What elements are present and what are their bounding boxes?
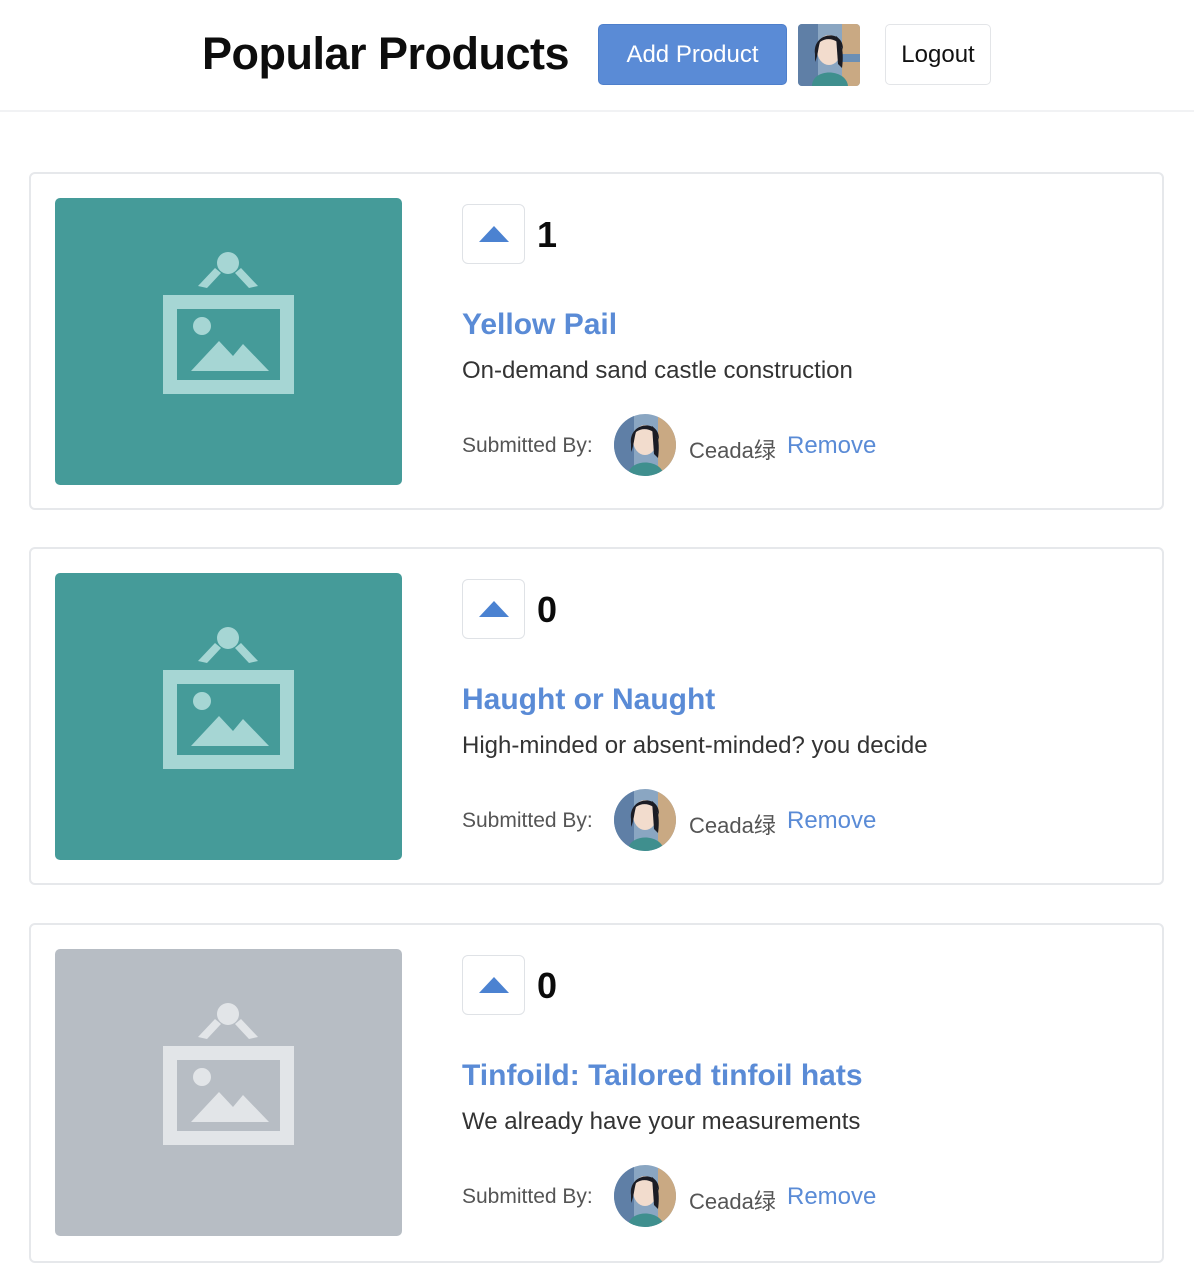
image-placeholder-icon	[55, 573, 402, 860]
submitted-by-label: Submitted By:	[462, 434, 593, 457]
user-avatar[interactable]	[798, 24, 860, 86]
submitter-avatar	[614, 1165, 676, 1227]
upvote-button[interactable]	[462, 204, 525, 264]
add-product-button[interactable]: Add Product	[598, 24, 787, 85]
product-thumbnail[interactable]	[55, 198, 402, 485]
product-thumbnail[interactable]	[55, 573, 402, 860]
top-header: Popular Products Add Product Logout	[0, 0, 1194, 112]
submitted-by-label: Submitted By:	[462, 809, 593, 832]
remove-product-link[interactable]: Remove	[787, 432, 876, 460]
avatar-image-icon	[798, 24, 860, 86]
product-card: 0 Tinfoild: Tailored tinfoil hats We alr…	[29, 923, 1164, 1263]
submitter-name: Ceada绿	[689, 1189, 776, 1214]
avatar-image-icon	[614, 1165, 676, 1227]
product-title-link[interactable]: Tinfoild: Tailored tinfoil hats	[462, 1059, 863, 1093]
avatar-image-icon	[614, 414, 676, 476]
remove-product-link[interactable]: Remove	[787, 1183, 876, 1211]
logout-button[interactable]: Logout	[885, 24, 991, 85]
submitter-avatar	[614, 789, 676, 851]
submitted-by-label: Submitted By:	[462, 1185, 593, 1208]
product-description: High-minded or absent-minded? you decide	[462, 732, 928, 759]
upvote-arrow-icon	[478, 601, 509, 617]
image-placeholder-icon	[55, 949, 402, 1236]
vote-count: 0	[537, 589, 558, 630]
vote-count: 1	[537, 214, 558, 255]
upvote-arrow-icon	[478, 977, 509, 993]
product-description: We already have your measurements	[462, 1108, 861, 1135]
image-placeholder-icon	[55, 198, 402, 485]
product-card: 1 Yellow Pail On-demand sand castle cons…	[29, 172, 1164, 510]
submitter-name: Ceada绿	[689, 813, 776, 838]
product-title-link[interactable]: Yellow Pail	[462, 308, 617, 342]
product-description: On-demand sand castle construction	[462, 357, 853, 384]
remove-product-link[interactable]: Remove	[787, 807, 876, 835]
vote-count: 0	[537, 965, 558, 1006]
product-title-link[interactable]: Haught or Naught	[462, 683, 715, 717]
product-card: 0 Haught or Naught High-minded or absent…	[29, 547, 1164, 885]
upvote-button[interactable]	[462, 579, 525, 639]
product-thumbnail[interactable]	[55, 949, 402, 1236]
upvote-arrow-icon	[478, 226, 509, 242]
upvote-button[interactable]	[462, 955, 525, 1015]
submitter-avatar	[614, 414, 676, 476]
page-title: Popular Products	[202, 28, 570, 79]
submitter-name: Ceada绿	[689, 438, 776, 463]
avatar-image-icon	[614, 789, 676, 851]
